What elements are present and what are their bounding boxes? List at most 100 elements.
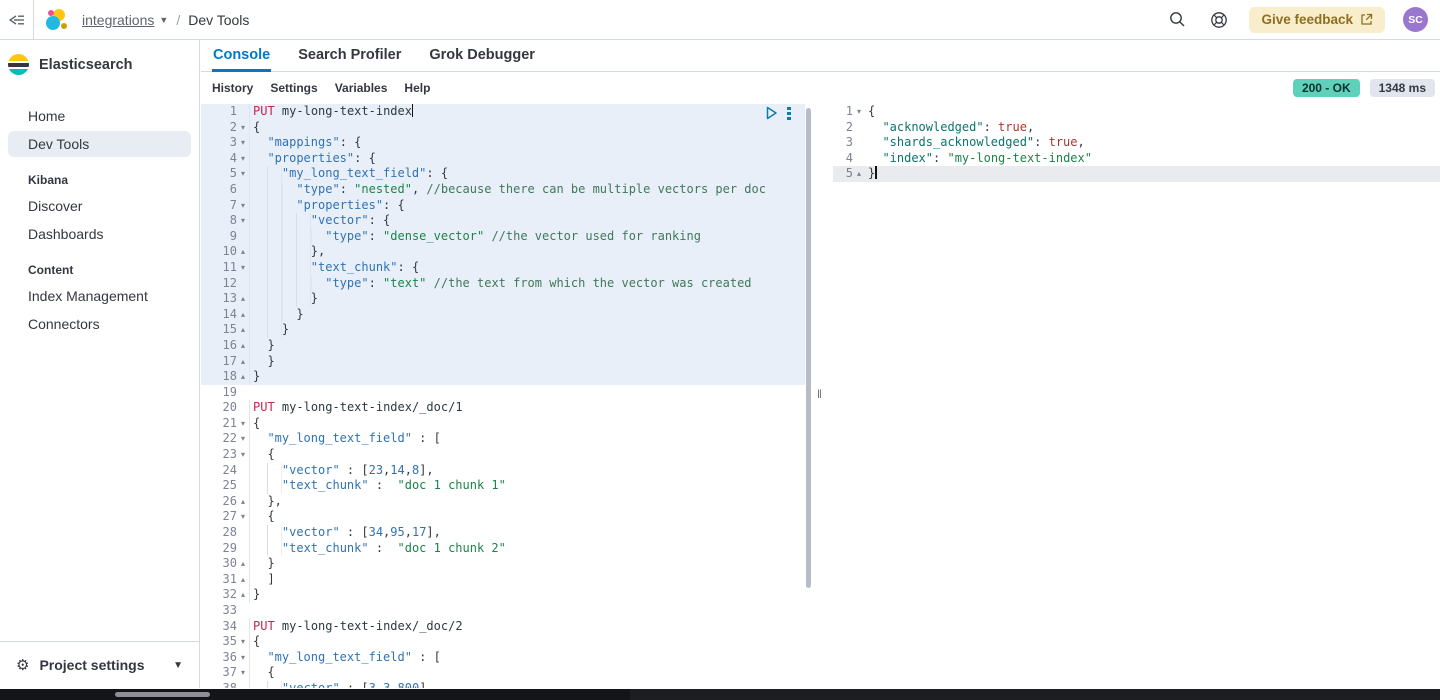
code-line[interactable]: 33 <box>201 603 813 619</box>
fold-toggle-icon[interactable]: ▴ <box>237 587 249 603</box>
fold-toggle-icon[interactable]: ▾ <box>237 166 249 182</box>
code-line[interactable]: 22▾"my_long_text_field" : [ <box>201 431 813 447</box>
fold-toggle-icon[interactable]: ▴ <box>237 494 249 510</box>
code-line[interactable]: 1PUT my-long-text-index <box>201 104 805 120</box>
code-text: } <box>249 369 260 385</box>
code-line[interactable]: 30▴} <box>201 556 813 572</box>
fold-toggle-icon[interactable]: ▾ <box>237 198 249 214</box>
fold-toggle-icon[interactable]: ▴ <box>237 322 249 338</box>
request-editor[interactable]: 1PUT my-long-text-index2▾{3▾"mappings": … <box>201 104 813 688</box>
avatar[interactable]: SC <box>1403 7 1428 32</box>
code-line[interactable]: 4"index": "my-long-text-index" <box>833 151 1440 167</box>
code-line[interactable]: 31▴] <box>201 572 813 588</box>
code-line[interactable]: 25"text_chunk" : "doc 1 chunk 1" <box>201 478 813 494</box>
code-line[interactable]: 38"vector" : [3,3,800] <box>201 681 813 688</box>
code-line[interactable]: 14▴} <box>201 307 805 323</box>
code-line[interactable]: 23▾{ <box>201 447 813 463</box>
main-content: Console Search Profiler Grok Debugger Hist… <box>201 40 1440 688</box>
code-line[interactable]: 2"acknowledged": true, <box>833 120 1440 136</box>
code-line[interactable]: 8▾"vector": { <box>201 213 805 229</box>
code-line[interactable]: 21▾{ <box>201 416 813 432</box>
code-line[interactable]: 16▴} <box>201 338 805 354</box>
code-line[interactable]: 18▴} <box>201 369 805 385</box>
fold-toggle-icon[interactable]: ▴ <box>237 307 249 323</box>
code-line[interactable]: 27▾{ <box>201 509 813 525</box>
collapse-nav-icon[interactable] <box>0 0 34 39</box>
fold-toggle-icon[interactable]: ▾ <box>237 151 249 167</box>
code-line[interactable]: 2▾{ <box>201 120 805 136</box>
code-line[interactable]: 11▾"text_chunk": { <box>201 260 805 276</box>
line-number: 32 <box>201 587 237 603</box>
tab-console[interactable]: Console <box>212 41 271 71</box>
sidebar-item-connectors[interactable]: Connectors <box>8 311 191 337</box>
code-line[interactable]: 20PUT my-long-text-index/_doc/1 <box>201 400 813 416</box>
response-viewer[interactable]: 1▾{2"acknowledged": true,3"shards_acknow… <box>833 104 1440 688</box>
code-line[interactable]: 37▾{ <box>201 665 813 681</box>
sidebar-item-discover[interactable]: Discover <box>8 193 191 219</box>
fold-toggle-icon[interactable]: ▾ <box>237 213 249 229</box>
fold-toggle-icon[interactable]: ▾ <box>237 665 249 681</box>
code-line[interactable]: 32▴} <box>201 587 813 603</box>
search-icon[interactable] <box>1165 8 1189 32</box>
console-menu-variables[interactable]: Variables <box>335 81 388 95</box>
elastic-logo-icon[interactable] <box>46 9 68 31</box>
code-line[interactable]: 9"type": "dense_vector" //the vector use… <box>201 229 805 245</box>
sidebar-item-home[interactable]: Home <box>8 103 191 129</box>
resize-handle-icon[interactable]: ‖ <box>817 387 822 401</box>
code-line[interactable]: 7▾"properties": { <box>201 198 805 214</box>
fold-toggle-icon[interactable]: ▾ <box>237 447 249 463</box>
code-line[interactable]: 6"type": "nested", //because there can b… <box>201 182 805 198</box>
code-line[interactable]: 5▴} <box>833 166 1440 182</box>
console-menu-settings[interactable]: Settings <box>270 81 317 95</box>
console-menu-history[interactable]: History <box>212 81 253 95</box>
sidebar-item-dashboards[interactable]: Dashboards <box>8 221 191 247</box>
code-line[interactable]: 36▾"my_long_text_field" : [ <box>201 650 813 666</box>
code-line[interactable]: 10▴}, <box>201 244 805 260</box>
project-settings-button[interactable]: ⚙ Project settings ▼ <box>8 650 191 680</box>
help-icon[interactable] <box>1207 8 1231 32</box>
code-line[interactable]: 12"type": "text" //the text from which t… <box>201 276 805 292</box>
code-line[interactable]: 5▾"my_long_text_field": { <box>201 166 805 182</box>
sidebar-item-dev-tools[interactable]: Dev Tools <box>8 131 191 157</box>
code-line[interactable]: 3▾"mappings": { <box>201 135 805 151</box>
fold-toggle-icon[interactable]: ▾ <box>237 650 249 666</box>
fold-toggle-icon[interactable]: ▾ <box>237 416 249 432</box>
fold-toggle-icon[interactable]: ▾ <box>237 260 249 276</box>
send-request-button[interactable] <box>765 106 778 120</box>
tab-grok-debugger[interactable]: Grok Debugger <box>428 41 536 71</box>
code-line[interactable]: 1▾{ <box>833 104 1440 120</box>
code-line[interactable]: 34PUT my-long-text-index/_doc/2 <box>201 619 813 635</box>
code-line[interactable]: 26▴}, <box>201 494 813 510</box>
code-line[interactable]: 28"vector" : [34,95,17], <box>201 525 813 541</box>
breadcrumb-root[interactable]: integrations <box>82 12 154 28</box>
code-line[interactable]: 19 <box>201 385 813 401</box>
fold-toggle-icon[interactable]: ▴ <box>237 556 249 572</box>
tab-search-profiler[interactable]: Search Profiler <box>297 41 402 71</box>
fold-toggle-icon[interactable]: ▾ <box>237 120 249 136</box>
code-line[interactable]: 29"text_chunk" : "doc 1 chunk 2" <box>201 541 813 557</box>
editor-scrollbar[interactable] <box>806 108 811 588</box>
code-line[interactable]: 17▴} <box>201 354 805 370</box>
code-line[interactable]: 15▴} <box>201 322 805 338</box>
give-feedback-button[interactable]: Give feedback <box>1249 7 1385 33</box>
fold-toggle-icon[interactable]: ▾ <box>237 509 249 525</box>
fold-toggle-icon[interactable]: ▾ <box>237 634 249 650</box>
request-options-button[interactable] <box>787 107 791 120</box>
sidebar-item-index-management[interactable]: Index Management <box>8 283 191 309</box>
fold-toggle-icon[interactable]: ▴ <box>237 354 249 370</box>
fold-toggle-icon[interactable]: ▴ <box>237 338 249 354</box>
code-line[interactable]: 35▾{ <box>201 634 813 650</box>
fold-toggle-icon[interactable]: ▴ <box>237 244 249 260</box>
fold-toggle-icon[interactable]: ▾ <box>853 104 865 120</box>
fold-toggle-icon[interactable]: ▾ <box>237 431 249 447</box>
code-line[interactable]: 24"vector" : [23,14,8], <box>201 463 813 479</box>
fold-toggle-icon[interactable]: ▴ <box>237 572 249 588</box>
code-line[interactable]: 4▾"properties": { <box>201 151 805 167</box>
code-line[interactable]: 3"shards_acknowledged": true, <box>833 135 1440 151</box>
code-line[interactable]: 13▴} <box>201 291 805 307</box>
fold-toggle-icon[interactable]: ▴ <box>853 166 865 182</box>
console-menu-help[interactable]: Help <box>404 81 430 95</box>
fold-toggle-icon[interactable]: ▾ <box>237 135 249 151</box>
fold-toggle-icon[interactable]: ▴ <box>237 291 249 307</box>
fold-toggle-icon[interactable]: ▴ <box>237 369 249 385</box>
